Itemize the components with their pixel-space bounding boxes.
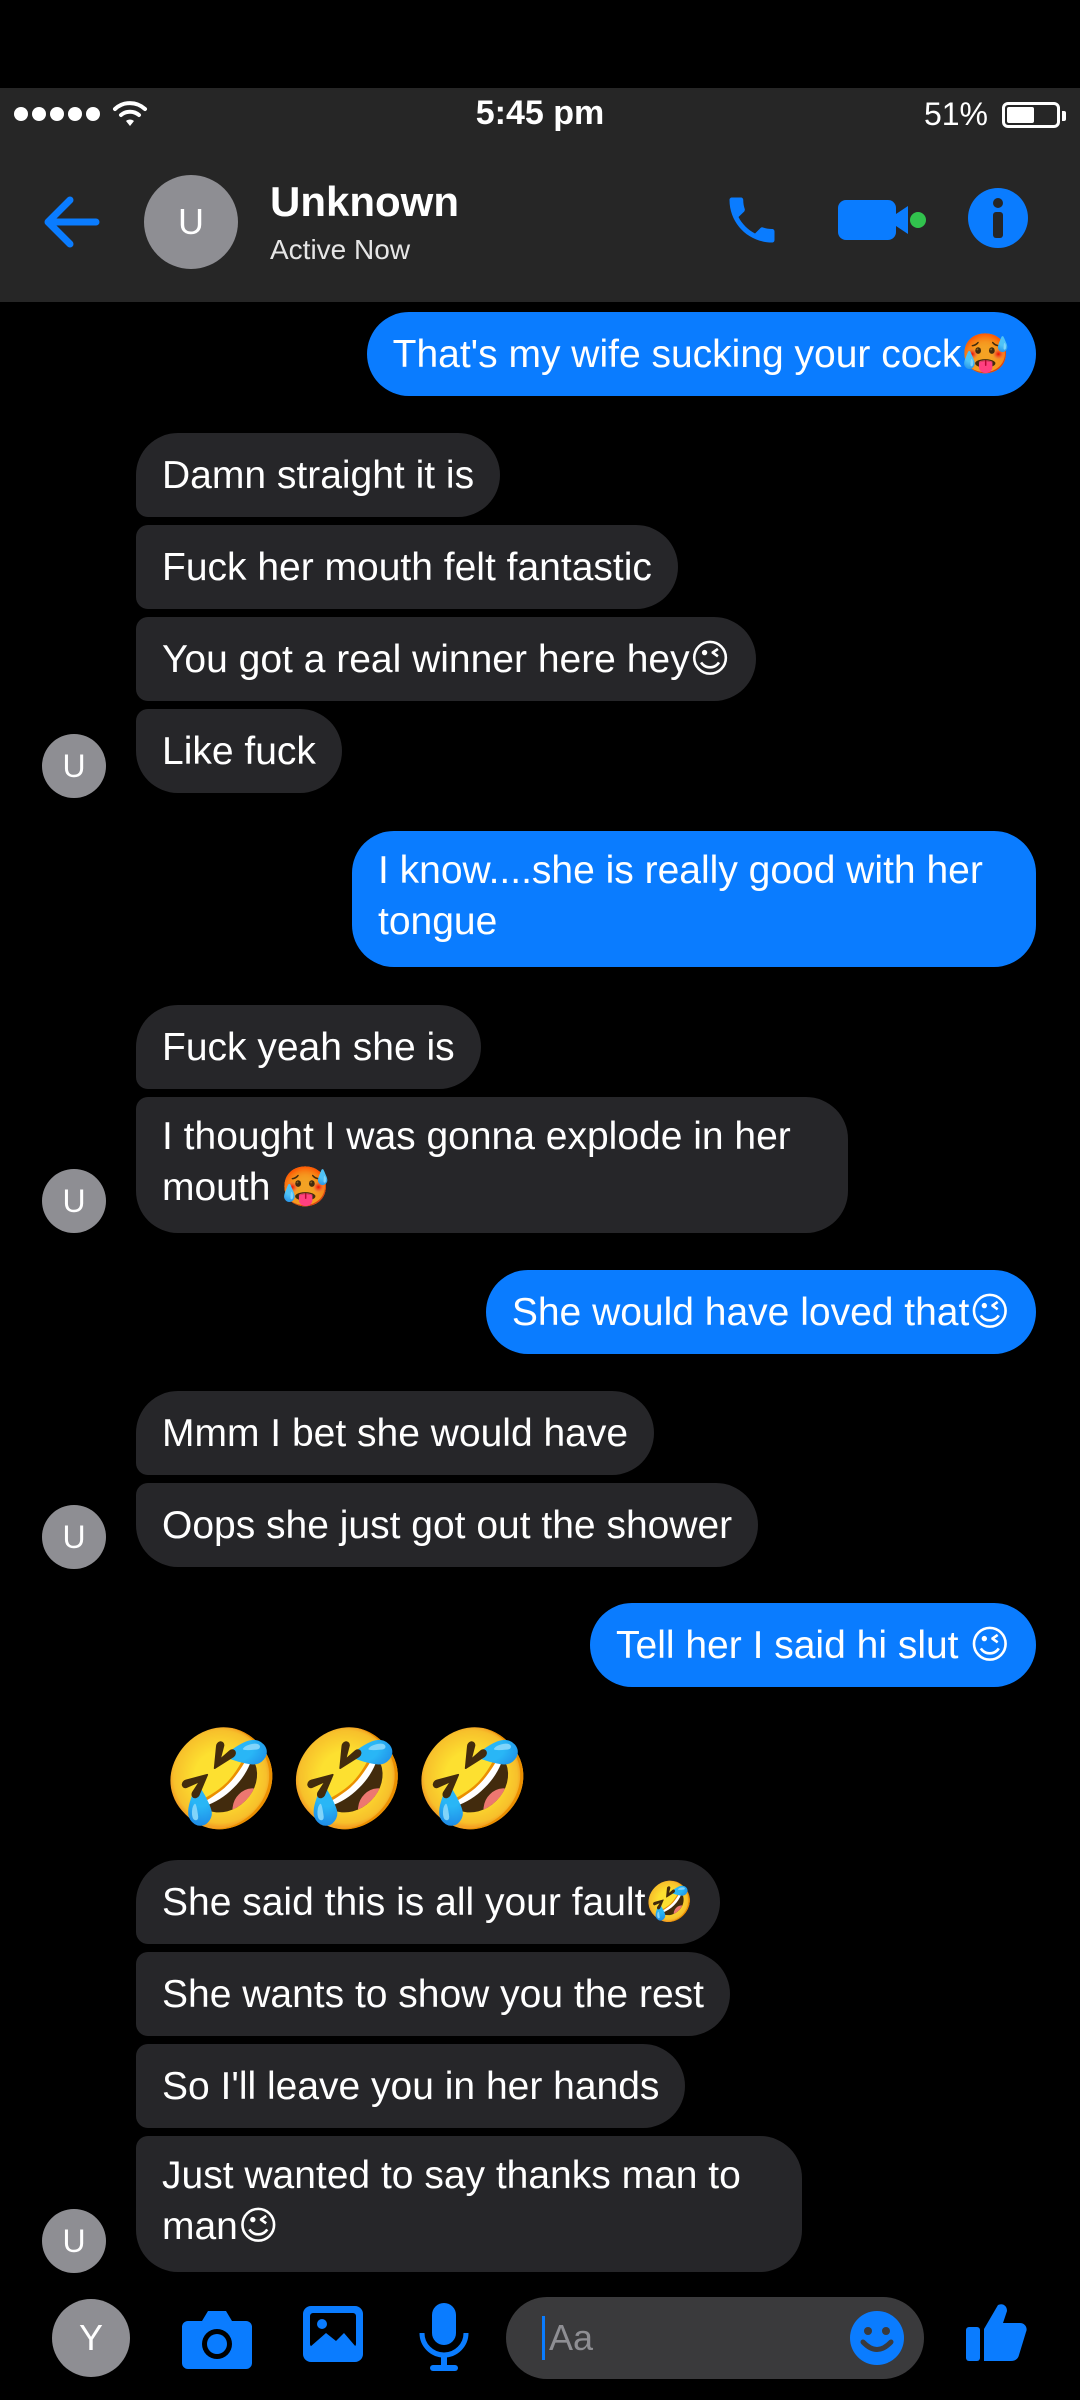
contact-avatar-small[interactable]: U xyxy=(42,2209,106,2273)
incoming-message[interactable]: Damn straight it is xyxy=(136,433,501,517)
outgoing-message[interactable]: She would have loved that😉 xyxy=(485,1270,1036,1354)
incoming-message[interactable]: She said this is all your fault🤣 xyxy=(136,1860,720,1944)
contact-avatar-small[interactable]: U xyxy=(42,734,106,798)
contact-avatar-small[interactable]: U xyxy=(42,1169,106,1233)
incoming-message[interactable]: Mmm I bet she would have xyxy=(136,1391,655,1475)
incoming-message[interactable]: So I'll leave you in her hands xyxy=(136,2044,686,2128)
back-arrow-icon[interactable] xyxy=(42,194,102,250)
incoming-message[interactable]: Fuck her mouth felt fantastic xyxy=(136,525,678,609)
contact-avatar[interactable]: U xyxy=(144,175,238,269)
top-black-bar xyxy=(0,0,1080,88)
status-bar: 5:45 pm 51% xyxy=(0,88,1080,142)
microphone-icon[interactable] xyxy=(414,2301,474,2373)
outgoing-message[interactable]: That's my wife sucking your cock🥵 xyxy=(366,312,1036,396)
contact-name[interactable]: Unknown xyxy=(270,178,459,226)
battery-percent: 51% xyxy=(923,96,988,132)
incoming-message[interactable]: Oops she just got out the shower xyxy=(136,1483,759,1567)
message-input-box[interactable] xyxy=(506,2297,924,2379)
outgoing-message[interactable]: I know....she is really good with her to… xyxy=(352,831,1036,967)
phone-icon[interactable] xyxy=(722,190,782,250)
thumbs-up-icon[interactable] xyxy=(962,2299,1028,2365)
incoming-message[interactable]: Just wanted to say thanks man to man😉 xyxy=(136,2136,802,2272)
image-icon[interactable] xyxy=(300,2303,366,2365)
incoming-message[interactable]: You got a real winner here hey😉 xyxy=(136,617,757,701)
smiley-icon[interactable] xyxy=(848,2309,906,2367)
message-thread[interactable]: That's my wife sucking your cock🥵 Damn s… xyxy=(0,302,1080,2287)
outgoing-message[interactable]: Tell her I said hi slut 😉 xyxy=(590,1603,1036,1687)
composer-bar: Y xyxy=(0,2287,1080,2400)
my-avatar[interactable]: Y xyxy=(52,2299,130,2377)
status-time: 5:45 pm xyxy=(475,94,605,132)
camera-icon[interactable] xyxy=(180,2303,254,2373)
video-camera-icon[interactable] xyxy=(836,196,928,244)
info-icon[interactable] xyxy=(966,186,1030,250)
incoming-message[interactable]: I thought I was gonna explode in her mou… xyxy=(136,1097,848,1233)
emoji-message[interactable]: 🤣🤣🤣 xyxy=(162,1732,539,1828)
active-status: Active Now xyxy=(270,234,411,265)
message-input[interactable] xyxy=(542,2316,851,2360)
incoming-message[interactable]: Like fuck xyxy=(136,709,342,793)
incoming-message[interactable]: Fuck yeah she is xyxy=(136,1005,481,1089)
conversation-header: U Unknown Active Now xyxy=(0,142,1080,302)
battery-icon xyxy=(1002,102,1066,128)
contact-avatar-small[interactable]: U xyxy=(42,1505,106,1569)
incoming-message[interactable]: She wants to show you the rest xyxy=(136,1952,730,2036)
